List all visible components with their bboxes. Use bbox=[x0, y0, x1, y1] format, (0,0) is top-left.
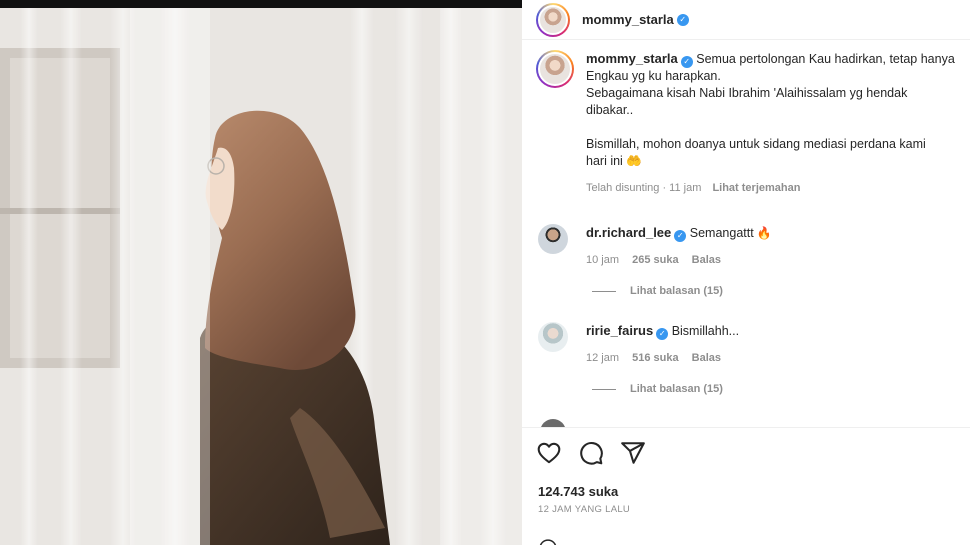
comment-likes[interactable]: 265 suka bbox=[632, 254, 678, 266]
heart-icon[interactable] bbox=[536, 440, 562, 466]
caption-line: hari ini 🤲 bbox=[586, 154, 642, 168]
verified-badge-icon: ✓ bbox=[674, 230, 687, 242]
edited-time: Telah disunting · 11 jam bbox=[586, 182, 702, 194]
translate-link[interactable]: Lihat terjemahan bbox=[712, 182, 800, 194]
fire-emoji-icon: 🔥 bbox=[756, 226, 772, 240]
posted-time: 12 JAM YANG LALU bbox=[538, 504, 631, 515]
verified-badge-icon: ✓ bbox=[676, 13, 689, 26]
comment-text: Semangattt bbox=[689, 226, 754, 240]
comment-icon[interactable] bbox=[578, 440, 604, 466]
replies-divider bbox=[592, 388, 616, 390]
view-replies-button[interactable]: Lihat balasan (15) bbox=[592, 285, 723, 297]
comment-likes[interactable]: 516 suka bbox=[632, 352, 678, 364]
post-side-panel: mommy_starla ✓ mommy_starla ✓ Semua perto… bbox=[522, 0, 970, 545]
comment-text: Bismillahh... bbox=[671, 324, 740, 338]
verified-badge-icon: ✓ bbox=[656, 328, 669, 340]
photo-illustration bbox=[0, 8, 522, 545]
view-replies-button[interactable]: Lihat balasan (15) bbox=[592, 383, 723, 395]
commenter-username[interactable]: ririe_fairus bbox=[586, 323, 653, 338]
comment-item: ririe_fairus ✓ Bismillahh... 12 jam 516 s… bbox=[538, 322, 958, 367]
verified-badge-icon: ✓ bbox=[680, 56, 693, 68]
commenter-username[interactable]: dr.richard_lee bbox=[586, 225, 671, 240]
post-photo[interactable] bbox=[0, 0, 522, 545]
reply-button[interactable]: Balas bbox=[692, 352, 721, 364]
caption-line: Semua pertolongan Kau hadirkan, tetap ha… bbox=[696, 52, 955, 66]
view-replies-label: Lihat balasan (15) bbox=[630, 285, 723, 297]
post-actions-section: 124.743 suka 12 JAM YANG LALU bbox=[522, 427, 970, 545]
like-count[interactable]: 124.743 suka bbox=[538, 484, 618, 499]
commenter-avatar[interactable] bbox=[538, 322, 568, 352]
author-avatar[interactable] bbox=[536, 2, 570, 37]
reply-button[interactable]: Balas bbox=[692, 254, 721, 266]
caption-line: Bismillah, mohon doanya untuk sidang med… bbox=[586, 137, 926, 151]
caption-line: Engkau yg ku harapkan. bbox=[586, 69, 721, 83]
author-username[interactable]: mommy_starla bbox=[582, 12, 674, 27]
comment-time: 12 jam bbox=[586, 352, 620, 364]
share-icon[interactable] bbox=[620, 440, 646, 466]
view-replies-label: Lihat balasan (15) bbox=[630, 383, 723, 395]
post-caption: mommy_starla ✓ Semua pertolongan Kau hadi… bbox=[536, 50, 970, 197]
caption-line: dibakar.. bbox=[586, 103, 634, 117]
caption-author-avatar[interactable] bbox=[536, 50, 574, 88]
emoji-icon[interactable] bbox=[538, 538, 558, 545]
replies-divider bbox=[592, 290, 616, 292]
caption-username[interactable]: mommy_starla bbox=[586, 51, 678, 66]
comment-time: 10 jam bbox=[586, 254, 620, 266]
comment-item: dr.richard_lee ✓ Semangattt 🔥 10 jam 265 s… bbox=[538, 224, 958, 269]
post-header: mommy_starla ✓ bbox=[522, 0, 970, 40]
caption-line: Sebagaimana kisah Nabi Ibrahim 'Alaihiss… bbox=[586, 86, 908, 100]
next-comment-avatar bbox=[540, 419, 566, 427]
commenter-avatar[interactable] bbox=[538, 224, 568, 254]
photo-top-bar bbox=[0, 0, 522, 8]
